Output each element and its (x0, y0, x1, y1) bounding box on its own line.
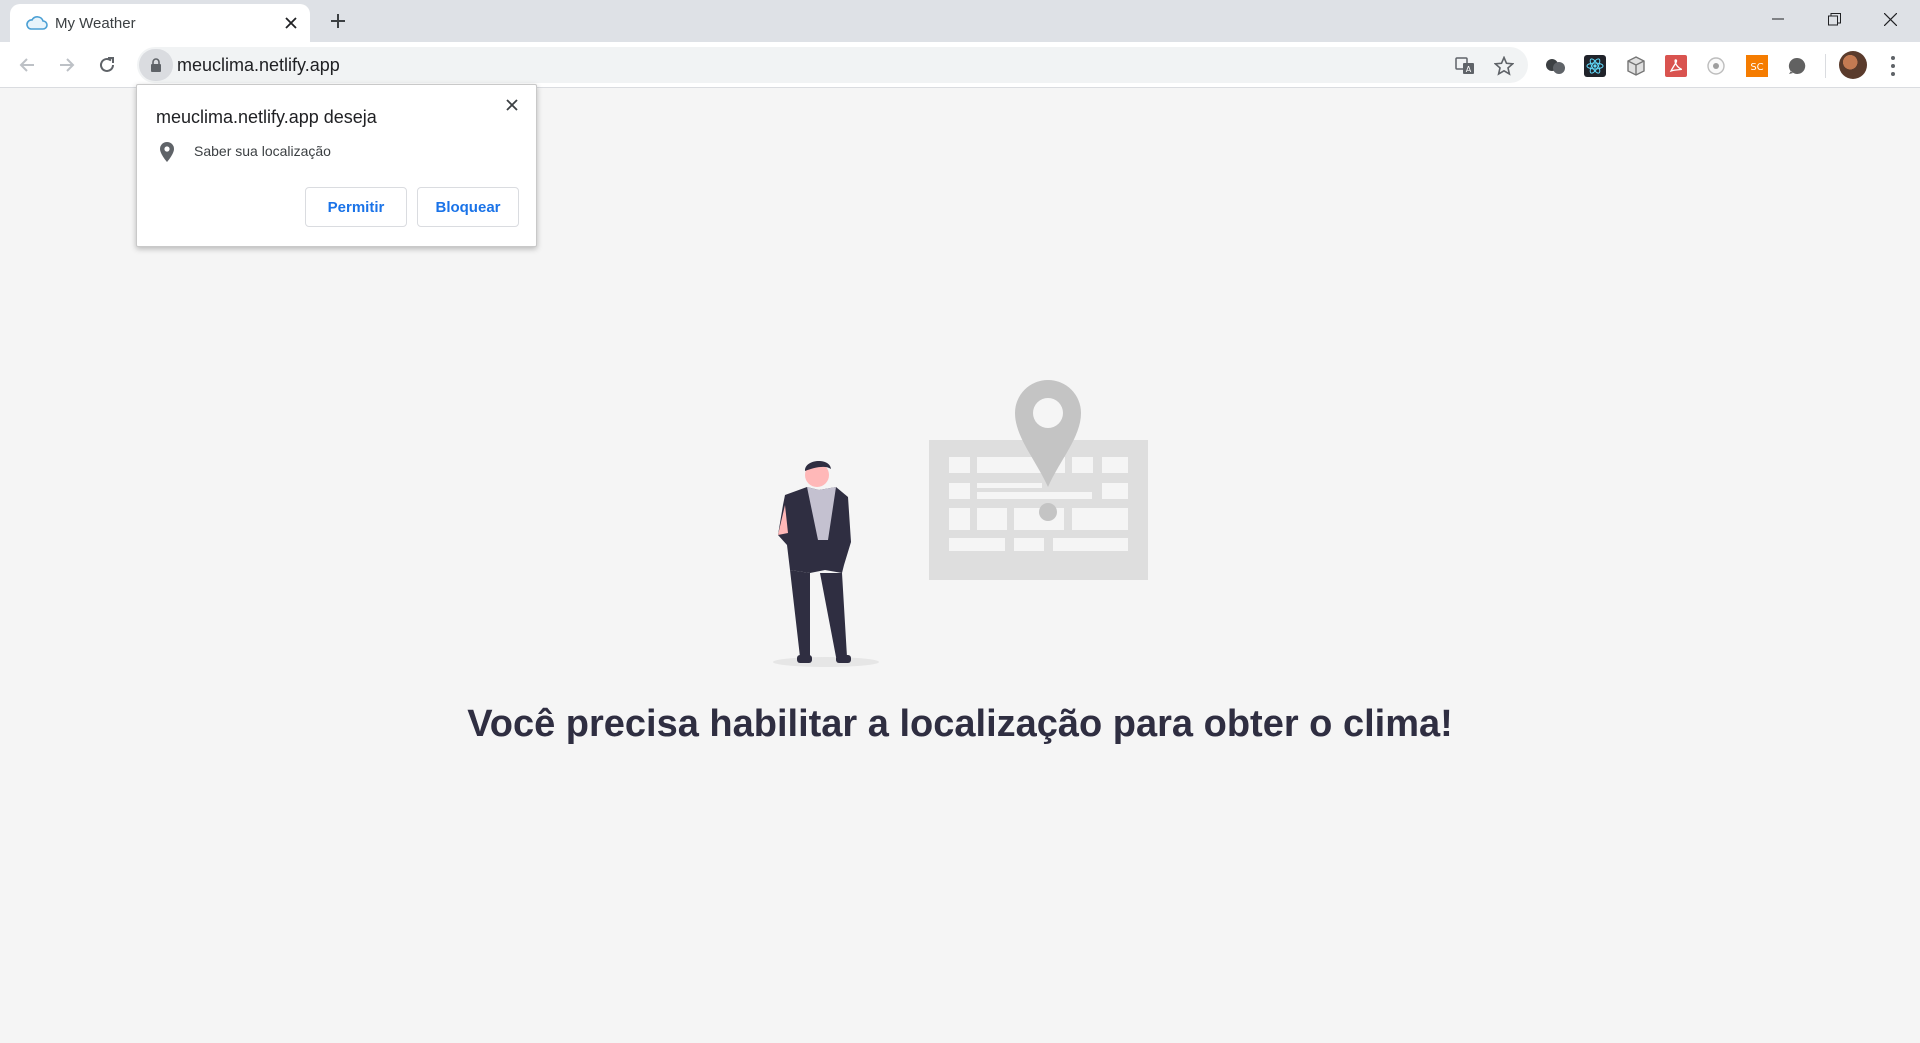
minimize-button[interactable] (1750, 0, 1806, 38)
arrow-right-icon (60, 58, 75, 72)
location-permission-popup: meuclima.netlify.app deseja Saber sua lo… (136, 84, 537, 247)
extension-box-icon[interactable] (1625, 55, 1647, 77)
popup-description: Saber sua localização (194, 143, 331, 159)
menu-icon[interactable] (1883, 54, 1903, 78)
location-illustration (773, 380, 1148, 667)
popup-title: meuclima.netlify.app deseja (156, 107, 377, 127)
browser-toolbar: meuclima.netlify.app A SC (0, 42, 1920, 88)
url-text[interactable]: meuclima.netlify.app (177, 55, 340, 76)
address-bar[interactable]: meuclima.netlify.app A (137, 47, 1528, 83)
close-icon[interactable] (500, 93, 524, 117)
star-icon[interactable] (1491, 53, 1517, 79)
extension-icon-4[interactable] (1705, 55, 1727, 77)
lock-icon[interactable] (139, 49, 173, 81)
location-pin-icon (160, 142, 174, 162)
svg-text:A: A (1466, 65, 1472, 74)
browser-tab[interactable]: My Weather (10, 4, 310, 42)
restore-button[interactable] (1806, 0, 1862, 38)
sc-extension-icon[interactable]: SC (1746, 55, 1768, 77)
back-button[interactable] (11, 49, 43, 81)
translate-icon[interactable]: A (1452, 53, 1478, 79)
extension-icon-6[interactable] (1786, 55, 1808, 77)
reload-button[interactable] (91, 49, 123, 81)
reload-icon (100, 57, 114, 72)
toolbar-divider (1825, 54, 1826, 78)
tab-title: My Weather (55, 15, 136, 32)
react-devtools-icon[interactable] (1584, 55, 1606, 77)
person-figure (773, 460, 879, 667)
new-tab-button[interactable] (325, 8, 351, 34)
forward-button[interactable] (51, 49, 83, 81)
arrow-left-icon (19, 58, 34, 72)
tab-close-icon[interactable] (280, 12, 302, 34)
extension-icon-1[interactable] (1544, 55, 1566, 77)
tab-strip: My Weather (0, 0, 1920, 42)
block-button[interactable]: Bloquear (417, 187, 519, 227)
svg-text:SC: SC (1750, 62, 1763, 73)
allow-button[interactable]: Permitir (305, 187, 407, 227)
close-window-button[interactable] (1862, 0, 1918, 38)
cloud-icon (26, 16, 48, 30)
location-required-message: Você precisa habilitar a localização par… (467, 703, 1453, 745)
pdf-icon[interactable] (1665, 55, 1687, 77)
profile-avatar[interactable] (1839, 51, 1867, 79)
